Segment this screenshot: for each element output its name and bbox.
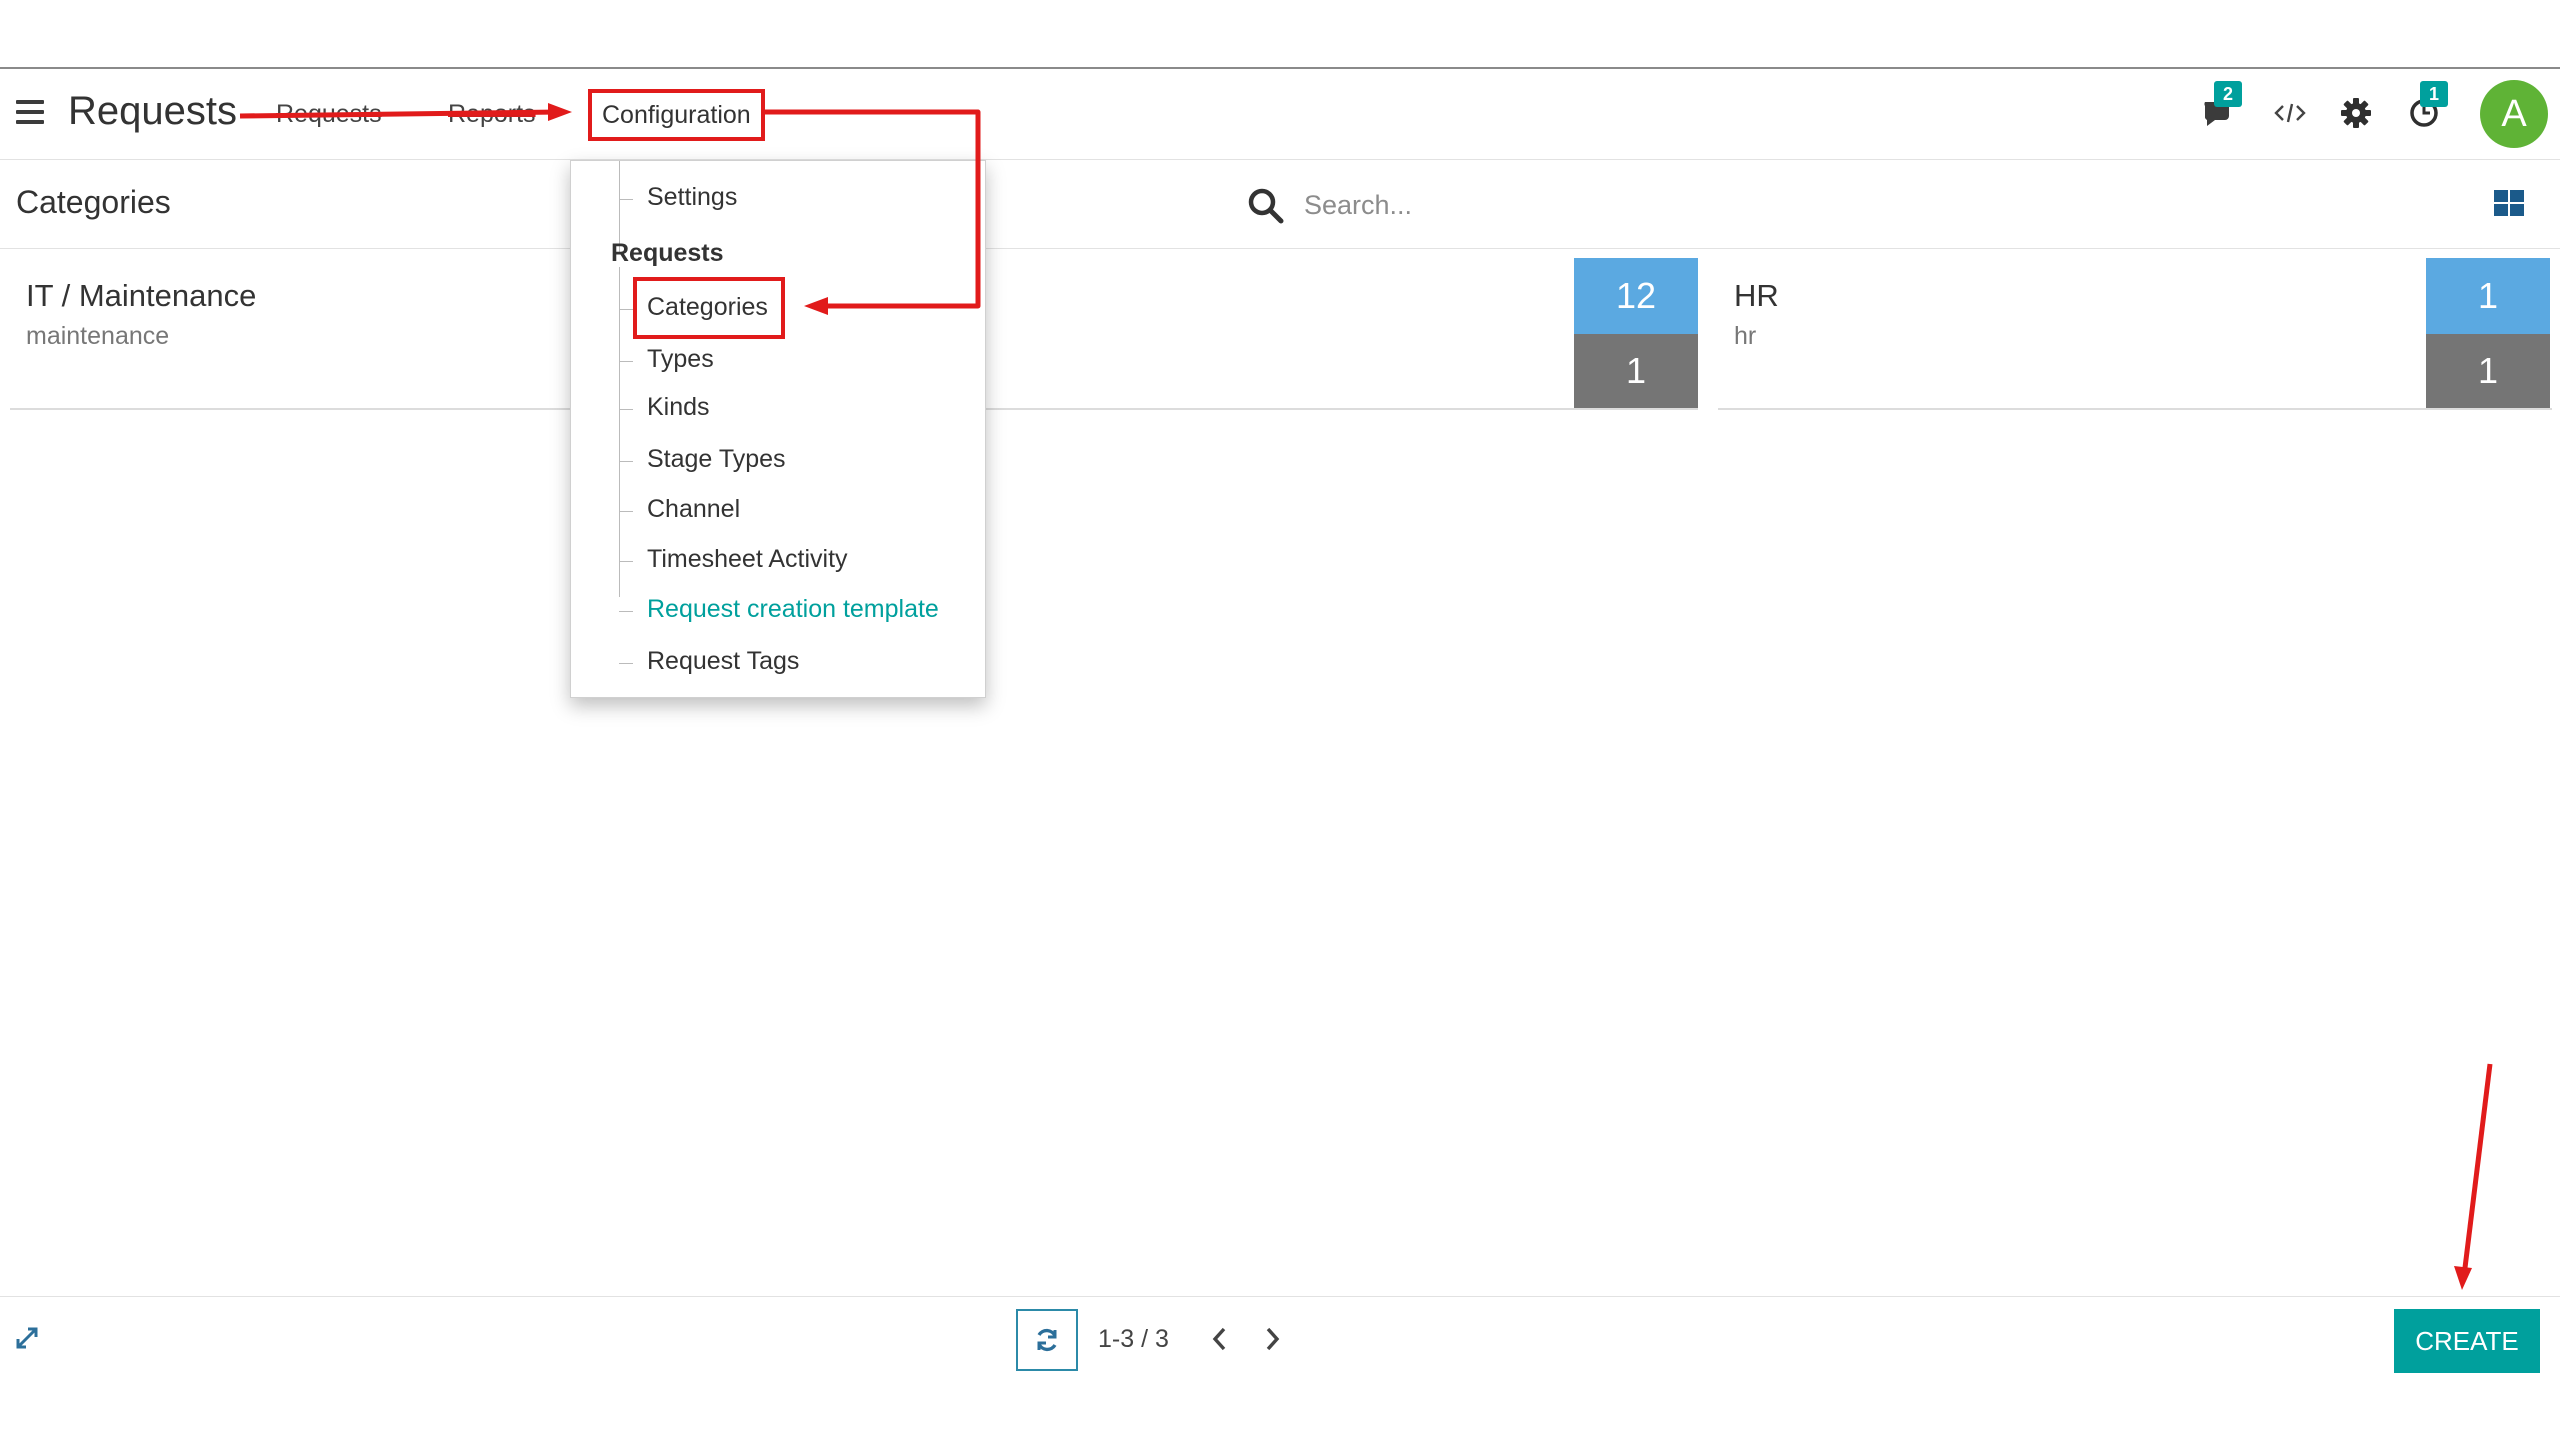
tree-tick <box>619 409 633 410</box>
create-button[interactable]: CREATE <box>2394 1309 2540 1373</box>
user-avatar[interactable]: A <box>2480 80 2548 148</box>
kanban-view-icon[interactable] <box>2494 190 2524 216</box>
messaging-button[interactable]: 2 <box>2194 81 2242 137</box>
settings-button[interactable] <box>2332 89 2380 137</box>
card-code: hr <box>1734 322 1757 350</box>
messages-badge: 2 <box>2214 81 2242 107</box>
card-count-bottom[interactable]: 1 <box>1574 334 1698 408</box>
control-panel: Categories <box>0 160 2560 249</box>
search-input[interactable] <box>1302 182 2306 228</box>
card-code: maintenance <box>26 322 170 350</box>
tree-tick <box>619 361 633 362</box>
menu-item-types[interactable]: Types <box>647 345 714 374</box>
menu-item-settings[interactable]: Settings <box>647 183 737 212</box>
app-title: Requests <box>68 89 237 133</box>
search-icon <box>1248 188 1284 224</box>
menu-item-categories[interactable]: Categories <box>647 293 768 322</box>
arrowhead-icon <box>2454 1266 2472 1290</box>
card-count-top[interactable]: 1 <box>2426 258 2550 334</box>
apps-menu-icon[interactable] <box>16 100 44 124</box>
annotation-arrow-to-create <box>2461 1063 2493 1277</box>
configuration-dropdown: Settings Requests Categories Types Kinds… <box>570 160 986 698</box>
tree-tick <box>619 199 633 200</box>
bottom-bar: 1-3 / 3 CREATE <box>0 1296 2560 1397</box>
activities-badge: 1 <box>2420 81 2448 107</box>
card-count-top[interactable]: 12 <box>1574 258 1698 334</box>
card-title: HR <box>1734 278 1779 313</box>
tree-tick <box>619 663 633 664</box>
card-title: IT / Maintenance <box>26 278 257 313</box>
menu-requests[interactable]: Requests <box>276 100 382 129</box>
refresh-icon <box>1037 1328 1057 1352</box>
expand-icon[interactable] <box>14 1325 40 1351</box>
refresh-button[interactable] <box>1016 1309 1078 1371</box>
menu-item-timesheet-activity[interactable]: Timesheet Activity <box>647 545 848 574</box>
activities-button[interactable]: 1 <box>2400 81 2448 137</box>
menu-item-request-tags[interactable]: Request Tags <box>647 647 799 676</box>
menu-reports[interactable]: Reports <box>448 100 536 129</box>
debug-button[interactable] <box>2266 89 2314 137</box>
tree-tick <box>619 309 633 310</box>
menu-section-requests: Requests <box>611 239 724 267</box>
chevron-right-icon[interactable] <box>1258 1321 1286 1357</box>
breadcrumb: Categories <box>16 184 171 220</box>
main-navbar: Requests Requests Reports Configuration … <box>0 69 2560 160</box>
tree-tick <box>619 511 633 512</box>
pager-value[interactable]: 1-3 / 3 <box>1098 1325 1169 1354</box>
tree-tick <box>619 611 633 612</box>
tree-line <box>619 267 620 597</box>
card-count-bottom[interactable]: 1 <box>2426 334 2550 408</box>
kanban-card[interactable]: HR hr 1 1 <box>1718 258 2552 410</box>
menu-configuration[interactable]: Configuration <box>588 89 765 141</box>
gear-icon <box>2341 98 2371 128</box>
chevron-left-icon[interactable] <box>1206 1321 1234 1357</box>
window-top-area <box>0 0 2560 69</box>
tree-tick <box>619 561 633 562</box>
code-icon <box>2274 103 2306 123</box>
menu-item-stage-types[interactable]: Stage Types <box>647 445 786 474</box>
menu-item-kinds[interactable]: Kinds <box>647 393 710 422</box>
menu-item-request-creation-template[interactable]: Request creation template <box>647 595 939 624</box>
menu-item-channel[interactable]: Channel <box>647 495 740 524</box>
tree-tick <box>619 461 633 462</box>
